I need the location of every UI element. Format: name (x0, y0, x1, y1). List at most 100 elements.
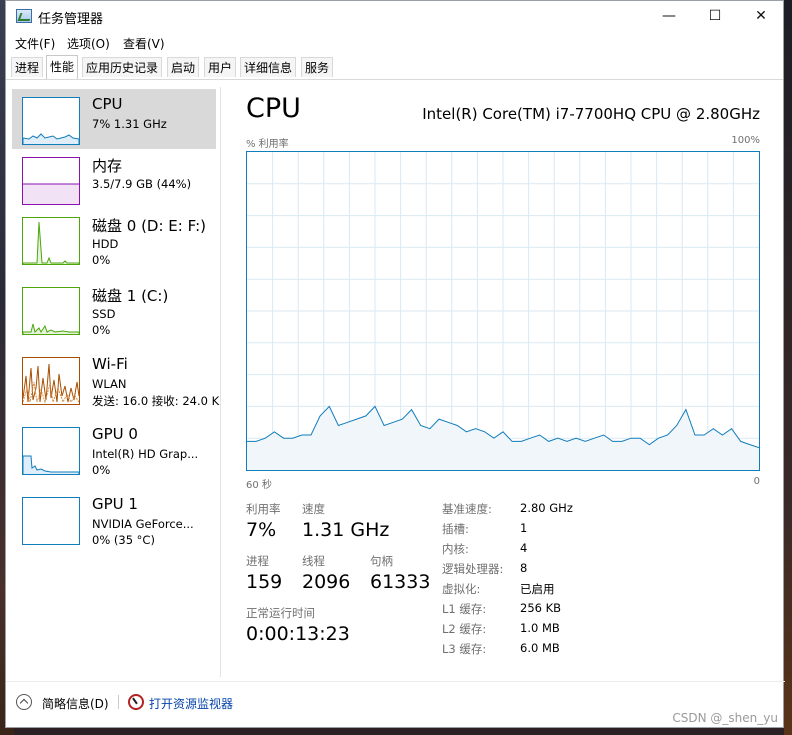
menu-file[interactable]: 文件(F) (15, 35, 55, 52)
sidebar-item-detail: Intel(R) HD Grap... (92, 447, 199, 461)
tab-users[interactable]: 用户 (204, 57, 237, 77)
spec-label: L2 缓存: (442, 622, 487, 636)
uptime-label: 正常运行时间 (246, 606, 315, 620)
spec-value: 已启用 (520, 582, 555, 596)
resource-sidebar: CPU 7% 1.31 GHz 内存 3.5/7.9 GB (44%) 磁盘 0… (6, 81, 220, 681)
disk0-thumbnail-graph (22, 217, 80, 265)
close-button[interactable]: ✕ (738, 1, 784, 31)
wifi-thumbnail-graph (22, 357, 80, 405)
sidebar-item-detail: NVIDIA GeForce... (92, 517, 194, 531)
handles-label: 句柄 (370, 554, 393, 568)
tab-details[interactable]: 详细信息 (240, 57, 297, 77)
spec-label: 插槽: (442, 522, 469, 536)
sidebar-item-title: 内存 (92, 157, 123, 175)
sidebar-item-gpu-0[interactable]: GPU 0 Intel(R) HD Grap... 0% (12, 419, 216, 479)
disk1-thumbnail-graph (22, 287, 80, 335)
watermark-text: CSDN @_shen_yu (672, 711, 778, 725)
cpu-graph-canvas (247, 152, 760, 470)
tab-app-history[interactable]: 应用历史记录 (82, 57, 163, 77)
sidebar-item-memory[interactable]: 内存 3.5/7.9 GB (44%) (12, 149, 216, 209)
page-title: CPU (246, 93, 301, 124)
footer-bar: 简略信息(D) 打开资源监视器 (6, 687, 783, 717)
gpu0-thumbnail-graph (22, 427, 80, 475)
sidebar-item-title: Wi-Fi (92, 355, 128, 373)
maximize-button[interactable]: ☐ (692, 1, 738, 31)
sidebar-divider (220, 87, 221, 677)
cpu-thumbnail-graph (22, 97, 80, 145)
spec-label: L3 缓存: (442, 642, 487, 656)
spec-value: 1 (520, 521, 528, 535)
fewer-details-link[interactable]: 简略信息(D) (42, 695, 109, 712)
spec-label: 逻辑处理器: (442, 562, 504, 576)
sidebar-item-disk-1[interactable]: 磁盘 1 (C:) SSD 0% (12, 279, 216, 339)
spec-label: L1 缓存: (442, 602, 487, 616)
speed-label: 速度 (302, 502, 325, 516)
memory-thumbnail-graph (22, 157, 80, 205)
utilization-value: 7% (246, 519, 277, 541)
title-bar: 任务管理器 — ☐ ✕ (6, 1, 783, 33)
handles-value: 61333 (370, 571, 431, 593)
task-manager-window: 任务管理器 — ☐ ✕ 文件(F) 选项(O) 查看(V) 进程 性能 应用历史… (5, 0, 785, 728)
sidebar-item-disk-0[interactable]: 磁盘 0 (D: E: F:) HDD 0% (12, 209, 216, 269)
uptime-value: 0:00:13:23 (246, 623, 350, 645)
speed-value: 1.31 GHz (302, 519, 390, 541)
cpu-utilization-graph (246, 151, 760, 471)
spec-value: 256 KB (520, 601, 562, 615)
spec-value: 4 (520, 541, 528, 555)
graph-y-label: % 利用率 (246, 139, 289, 150)
menu-view[interactable]: 查看(V) (123, 35, 165, 52)
cpu-model-name: Intel(R) Core(TM) i7-7700HQ CPU @ 2.80GH… (422, 105, 760, 123)
window-title: 任务管理器 (38, 12, 104, 27)
menu-bar: 文件(F) 选项(O) 查看(V) (6, 33, 783, 53)
spec-value: 1.0 MB (520, 621, 560, 635)
menu-options[interactable]: 选项(O) (67, 35, 110, 52)
tab-services[interactable]: 服务 (301, 57, 334, 77)
sidebar-item-title: 磁盘 1 (C:) (92, 287, 169, 305)
sidebar-item-usage: 0% (92, 323, 111, 337)
sidebar-item-detail: WLAN (92, 377, 127, 391)
tab-processes[interactable]: 进程 (11, 57, 44, 77)
sidebar-item-usage: 0% (35 °C) (92, 533, 155, 547)
footer-divider (6, 681, 785, 682)
sidebar-item-usage: 0% (92, 463, 111, 477)
graph-y-max-label: 100% (731, 135, 760, 146)
sidebar-item-detail: SSD (92, 307, 116, 321)
sidebar-item-detail: HDD (92, 237, 119, 251)
sidebar-item-usage: 发送: 16.0 接收: 24.0 K (92, 394, 220, 408)
spec-value: 6.0 MB (520, 641, 560, 655)
resource-monitor-icon (128, 694, 144, 710)
spec-value: 8 (520, 561, 528, 575)
sidebar-item-detail: 7% 1.31 GHz (92, 117, 167, 131)
threads-value: 2096 (302, 571, 351, 593)
minimize-button[interactable]: — (646, 1, 692, 31)
tab-performance[interactable]: 性能 (46, 55, 79, 79)
tab-strip: 进程 性能 应用历史记录 启动 用户 详细信息 服务 (6, 55, 783, 80)
spec-label: 基准速度: (442, 502, 492, 516)
sidebar-item-gpu-1[interactable]: GPU 1 NVIDIA GeForce... 0% (35 °C) (12, 489, 216, 549)
processes-value: 159 (246, 571, 283, 593)
desktop-background-right (784, 0, 792, 735)
sidebar-item-detail: 3.5/7.9 GB (44%) (92, 177, 192, 191)
open-resource-monitor-link[interactable]: 打开资源监视器 (149, 695, 233, 712)
processes-label: 进程 (246, 554, 269, 568)
graph-time-left: 60 秒 (246, 480, 272, 491)
sidebar-item-usage: 0% (92, 253, 111, 267)
sidebar-item-wifi[interactable]: Wi-Fi WLAN 发送: 16.0 接收: 24.0 K (12, 349, 220, 409)
graph-time-right: 0 (753, 476, 760, 487)
sidebar-item-title: 磁盘 0 (D: E: F:) (92, 217, 206, 235)
spec-label: 内核: (442, 542, 469, 556)
sidebar-item-cpu[interactable]: CPU 7% 1.31 GHz (12, 89, 216, 149)
spec-label: 虚拟化: (442, 582, 481, 596)
tab-startup[interactable]: 启动 (167, 57, 200, 77)
sidebar-item-title: GPU 1 (92, 495, 138, 513)
cpu-detail-panel: CPU Intel(R) Core(TM) i7-7700HQ CPU @ 2.… (246, 89, 760, 679)
chevron-up-icon[interactable] (16, 694, 32, 710)
sidebar-item-title: CPU (92, 95, 123, 113)
gpu1-thumbnail-graph (22, 497, 80, 545)
utilization-label: 利用率 (246, 502, 281, 516)
threads-label: 线程 (302, 554, 325, 568)
spec-value: 2.80 GHz (520, 501, 573, 515)
footer-separator (118, 695, 119, 709)
task-manager-app-icon (16, 9, 32, 23)
sidebar-item-title: GPU 0 (92, 425, 138, 443)
